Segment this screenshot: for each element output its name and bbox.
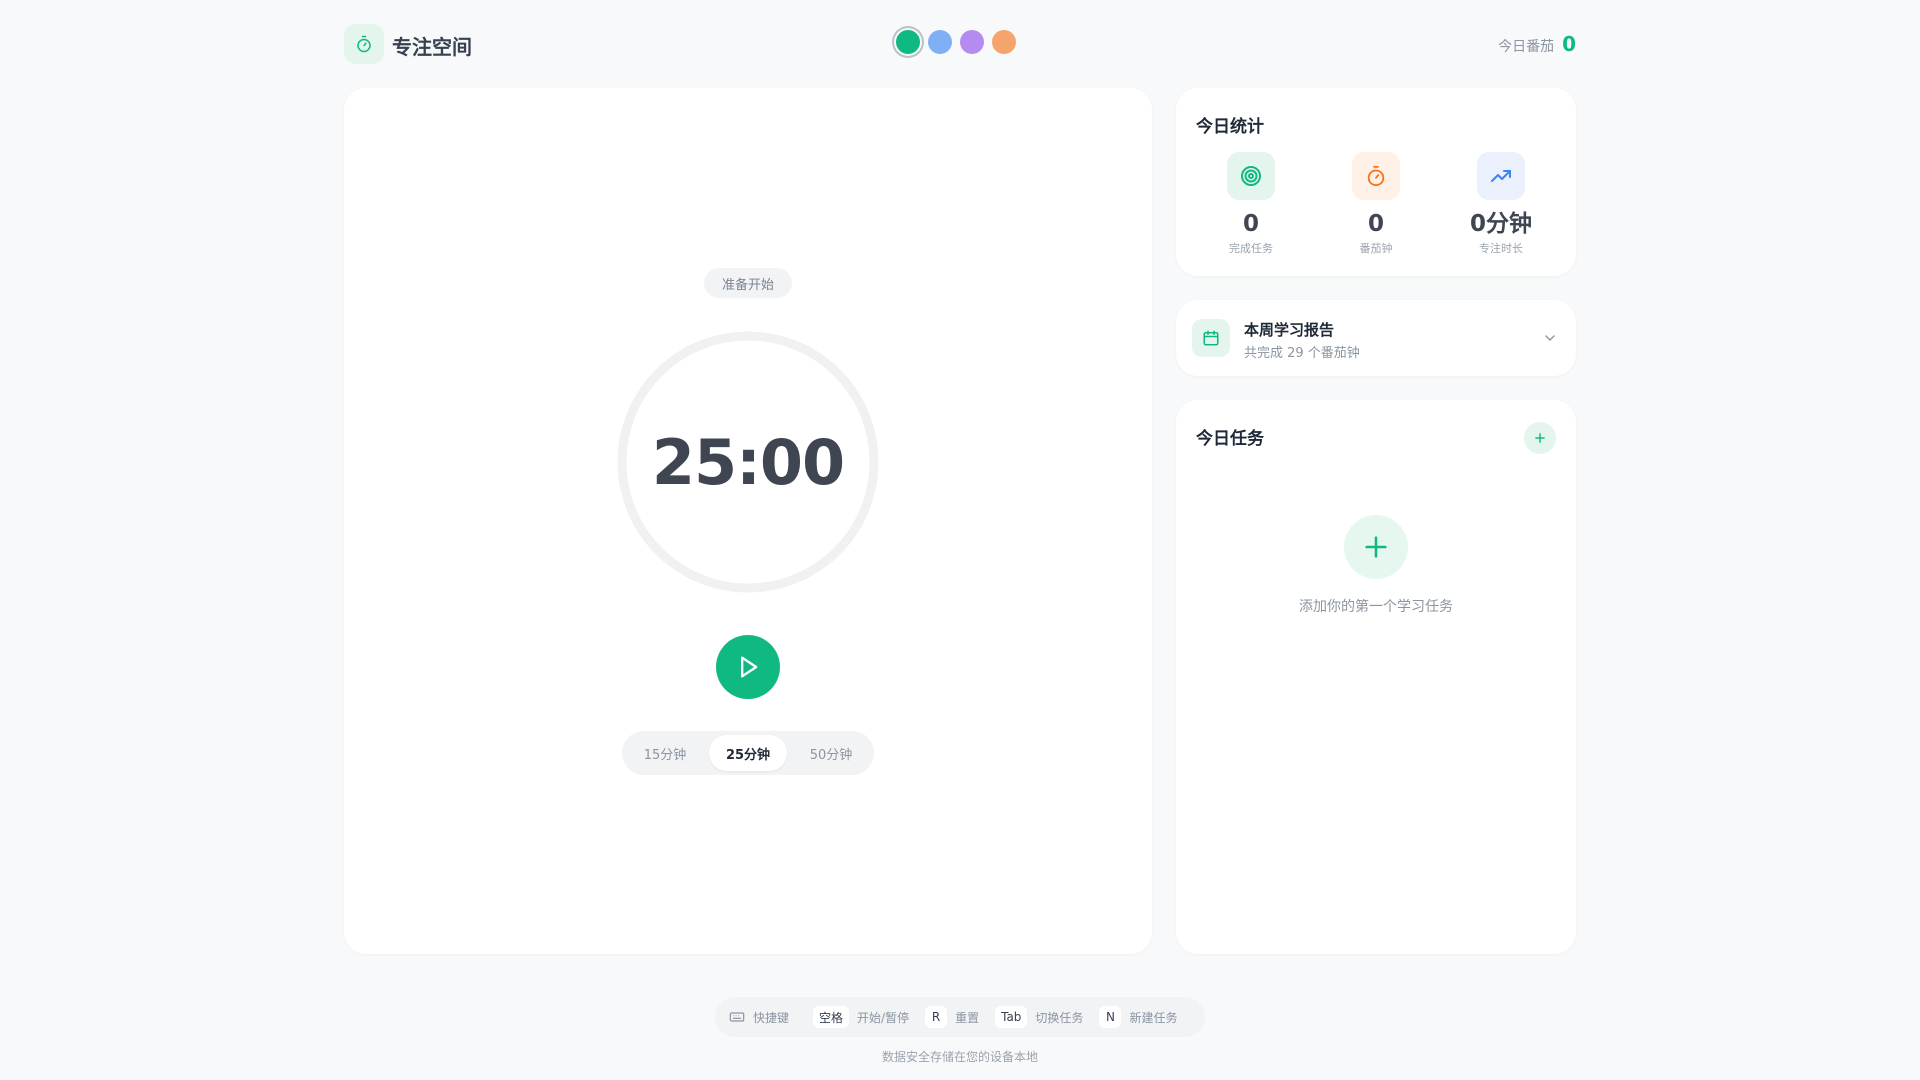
stat-label: 番茄钟	[1359, 242, 1393, 255]
theme-swatch-orange[interactable]	[992, 30, 1016, 54]
shortcuts-label: 快捷键	[753, 1010, 790, 1025]
report-subtitle: 共完成 29 个番茄钟	[1244, 346, 1360, 361]
theme-swatch-green[interactable]	[896, 30, 920, 54]
play-button[interactable]	[716, 635, 780, 699]
duration-25-option[interactable]: 25分钟	[709, 735, 787, 771]
stopwatch-icon	[357, 35, 371, 53]
shortcut-desc: 切换任务	[1035, 1010, 1084, 1025]
keyboard-icon	[729, 1012, 745, 1022]
today-pomodoro-value: 0	[1562, 32, 1576, 56]
footer-note: 数据安全存储在您的设备本地	[881, 1050, 1038, 1064]
stat-value: 0	[1242, 211, 1259, 237]
trend-up-icon	[1491, 170, 1511, 182]
theme-swatches	[896, 30, 1016, 54]
target-icon	[1241, 166, 1261, 186]
weekly-report-card[interactable]: 本周学习报告 共完成 29 个番茄钟	[1176, 300, 1576, 376]
timer-card: 准备开始 25:00 15分钟 25分钟 50分钟	[344, 88, 1152, 954]
stat-value: 0	[1367, 211, 1384, 237]
stat-label: 完成任务	[1229, 242, 1273, 255]
today-stats-card: 今日统计 0 完成任务 0 番茄钟 0分钟 专注时长	[1176, 88, 1576, 276]
stat-value: 0分钟	[1469, 211, 1532, 237]
shortcuts-bar: 快捷键 空格 开始/暂停 R 重置 Tab 切换任务 N 新建任务	[715, 997, 1205, 1037]
stat-icon-badge	[1477, 152, 1525, 200]
duration-selector: 15分钟 25分钟 50分钟	[622, 731, 874, 775]
app-title: 专注空间	[392, 35, 472, 59]
stopwatch-icon	[1367, 165, 1385, 187]
report-title: 本周学习报告	[1244, 321, 1335, 339]
plus-icon	[1365, 536, 1387, 558]
timer-status-badge: 准备开始	[704, 268, 792, 298]
stat-focus-time: 0分钟 专注时长	[1441, 152, 1561, 256]
calendar-icon	[1203, 330, 1219, 346]
stat-completed-tasks: 0 完成任务	[1191, 152, 1311, 256]
duration-15-option[interactable]: 15分钟	[626, 735, 704, 771]
stat-icon-badge	[1227, 152, 1275, 200]
add-task-button[interactable]	[1524, 422, 1556, 454]
shortcut-desc: 开始/暂停	[857, 1010, 910, 1025]
report-icon-badge	[1192, 319, 1230, 357]
shortcut-key-space: 空格	[813, 1006, 850, 1028]
tasks-title: 今日任务	[1196, 429, 1264, 449]
shortcuts-lead: 快捷键	[729, 1009, 789, 1026]
stat-icon-badge	[1352, 152, 1400, 200]
today-pomodoro-label: 今日番茄	[1498, 39, 1555, 55]
play-icon	[741, 656, 758, 678]
today-pomodoro-count: 今日番茄 0	[1498, 32, 1576, 56]
shortcut-key-r: R	[925, 1006, 948, 1028]
stat-label: 专注时长	[1479, 242, 1523, 255]
shortcut-desc: 重置	[955, 1010, 980, 1025]
shortcut-key-tab: Tab	[995, 1006, 1028, 1028]
theme-swatch-blue[interactable]	[928, 30, 952, 54]
stats-title: 今日统计	[1196, 117, 1264, 137]
tasks-empty-text: 添加你的第一个学习任务	[1299, 599, 1453, 615]
header: 专注空间 今日番茄 0	[344, 22, 1576, 66]
logo-badge	[344, 24, 384, 64]
duration-50-option[interactable]: 50分钟	[792, 735, 870, 771]
theme-swatch-purple[interactable]	[960, 30, 984, 54]
plus-icon	[1535, 433, 1545, 443]
chevron-down-icon[interactable]	[1542, 330, 1558, 346]
shortcut-desc: 新建任务	[1129, 1010, 1178, 1025]
today-tasks-card: 今日任务 添加你的第一个学习任务	[1176, 400, 1576, 954]
timer-display: 25:00	[651, 425, 845, 499]
shortcut-key-n: N	[1099, 1006, 1122, 1028]
stat-pomodoros: 0 番茄钟	[1316, 152, 1436, 256]
add-first-task-button[interactable]	[1344, 515, 1408, 579]
